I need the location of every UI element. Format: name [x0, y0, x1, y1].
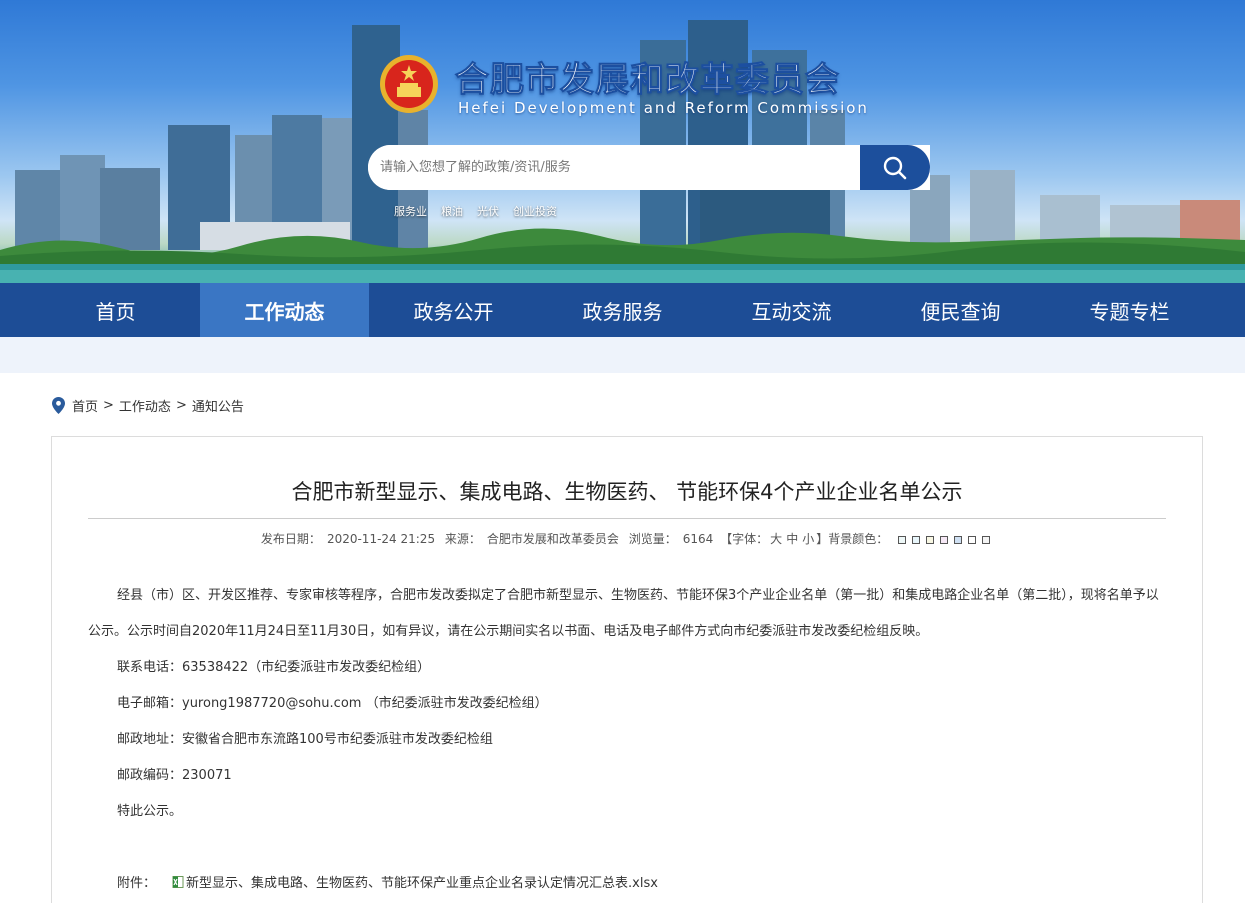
- hot-word-link[interactable]: 粮油: [441, 203, 463, 219]
- publish-date: 2020-11-24 21:25: [326, 532, 436, 546]
- hot-word-link[interactable]: 光伏: [477, 203, 499, 219]
- contact-email: 电子邮箱：yurong1987720@sohu.com （市纪委派驻市发改委纪检…: [117, 696, 548, 711]
- nav-item-home[interactable]: 首页: [31, 283, 200, 337]
- nav-item-gov-services[interactable]: 政务服务: [538, 283, 707, 337]
- bg-color-swatches: [895, 532, 993, 546]
- attachment-row: 附件： 新型显示、集成电路、生物医药、节能环保产业重点企业名录认定情况汇总表.x…: [117, 872, 658, 891]
- nav-item-interaction[interactable]: 互动交流: [707, 283, 876, 337]
- contact-phone: 联系电话：63538422（市纪委派驻市发改委纪检组）: [117, 660, 431, 675]
- breadcrumb-separator: >: [175, 398, 187, 413]
- breadcrumb-work-news[interactable]: 工作动态: [119, 396, 171, 415]
- closing-note: 特此公示。: [117, 804, 183, 819]
- site-subtitle: Hefei Development and Reform Commission: [458, 99, 869, 117]
- city-skyline-image: [0, 20, 1245, 283]
- nav-item-public-query[interactable]: 便民查询: [876, 283, 1045, 337]
- bg-color-swatch[interactable]: [912, 535, 921, 544]
- header-banner: 合肥市发展和改革委员会 Hefei Development and Reform…: [0, 0, 1245, 283]
- font-size-label: 【字体：: [720, 532, 769, 546]
- main-nav: 首页 工作动态 政务公开 政务服务 互动交流 便民查询 专题专栏: [0, 283, 1245, 337]
- hot-word-link[interactable]: 创业投资: [513, 203, 557, 219]
- article-title: 合肥市新型显示、集成电路、生物医药、 节能环保4个产业企业名单公示: [291, 480, 963, 504]
- search-input[interactable]: [368, 145, 860, 190]
- breadcrumb-separator: >: [103, 398, 114, 413]
- bg-color-swatch[interactable]: [926, 535, 935, 544]
- search-icon: [883, 156, 907, 179]
- hot-word-link[interactable]: 服务业: [394, 203, 427, 219]
- breadcrumb-home[interactable]: 首页: [72, 396, 98, 415]
- article-body: 经县（市）区、开发区推荐、专家审核等程序，合肥市发改委拟定了合肥市新型显示、生物…: [88, 578, 1168, 830]
- bg-color-swatch[interactable]: [898, 535, 907, 544]
- nav-item-gov-affairs-public[interactable]: 政务公开: [369, 283, 538, 337]
- breadcrumb-notices[interactable]: 通知公告: [192, 396, 244, 415]
- search-button[interactable]: [860, 145, 930, 190]
- bg-color-swatch[interactable]: [954, 535, 963, 544]
- article-panel: 合肥市新型显示、集成电路、生物医药、 节能环保4个产业企业名单公示 发布日期： 2…: [51, 436, 1203, 903]
- hot-words: 服务业 粮油 光伏 创业投资: [394, 203, 571, 219]
- attachment-file-link[interactable]: 新型显示、集成电路、生物医药、节能环保产业重点企业名录认定情况汇总表.xlsx: [186, 872, 658, 891]
- source-label: 来源：: [444, 532, 481, 546]
- publish-date-label: 发布日期：: [260, 532, 321, 546]
- location-pin-icon: [52, 397, 65, 414]
- font-size-medium[interactable]: 中: [786, 532, 798, 546]
- views-label: 浏览量：: [628, 532, 677, 546]
- article-meta: 发布日期： 2020-11-24 21:25 来源： 合肥市发展和改革委员会 浏览量…: [52, 530, 1202, 547]
- excel-file-icon: [172, 875, 184, 888]
- views-count: 6164: [682, 532, 714, 546]
- font-size-small[interactable]: 小: [802, 532, 814, 546]
- search-box: [368, 145, 930, 190]
- postal-code: 邮政编码：230071: [117, 768, 232, 783]
- font-size-label-close: 】: [816, 532, 829, 546]
- breadcrumb: 首页 > 工作动态 > 通知公告: [52, 396, 244, 415]
- article-paragraph: 经县（市）区、开发区推荐、专家审核等程序，合肥市发改委拟定了合肥市新型显示、生物…: [88, 588, 1159, 639]
- bg-color-swatch[interactable]: [968, 535, 977, 544]
- source-value: 合肥市发展和改革委员会: [486, 532, 619, 546]
- bg-color-label: 背景颜色：: [828, 532, 889, 546]
- site-title: 合肥市发展和改革委员会: [455, 60, 840, 101]
- national-emblem-icon: [378, 53, 440, 115]
- font-size-large[interactable]: 大: [770, 532, 782, 546]
- postal-address: 邮政地址：安徽省合肥市东流路100号市纪委派驻市发改委纪检组: [117, 732, 493, 747]
- attachment-label: 附件：: [117, 876, 157, 891]
- nav-item-special-topics[interactable]: 专题专栏: [1045, 283, 1214, 337]
- nav-item-work-news[interactable]: 工作动态: [200, 283, 369, 337]
- title-divider: [88, 518, 1166, 519]
- sub-bar: [0, 337, 1245, 373]
- bg-color-swatch[interactable]: [982, 535, 991, 544]
- bg-color-swatch[interactable]: [940, 535, 949, 544]
